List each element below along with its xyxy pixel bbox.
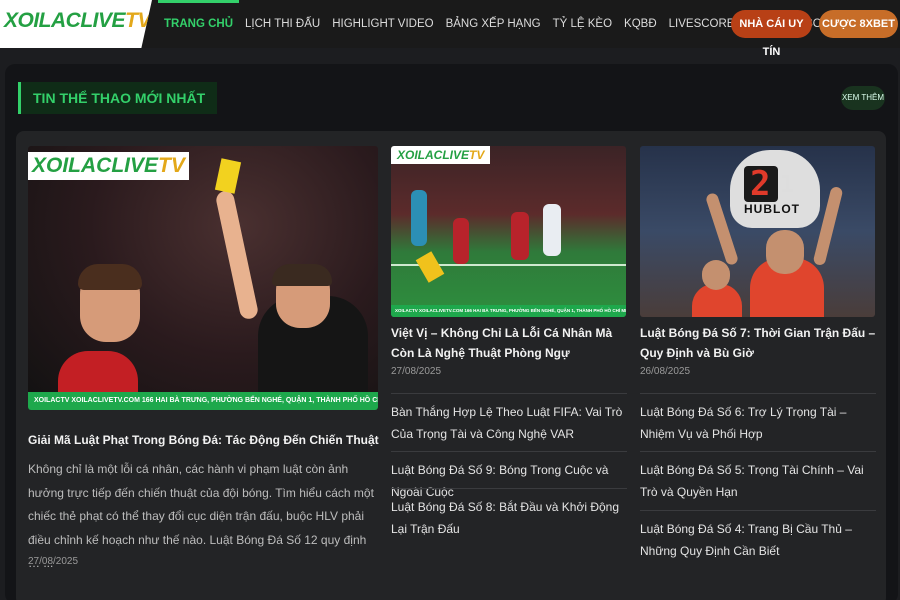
referee-hair (272, 264, 332, 286)
cuoc-8xbet-button[interactable]: CƯỢC 8XBET (819, 10, 898, 38)
offside-flag-icon (415, 251, 445, 283)
logo-text: XOILACLIVETV (4, 9, 151, 32)
nav-item-livescore[interactable]: LIVESCORE (663, 0, 741, 48)
nav-item-highlight-video[interactable]: HIGHLIGHT VIDEO (326, 0, 439, 48)
right-article-date: 26/08/2025 (640, 366, 691, 377)
player-figure (453, 218, 469, 264)
player-figure (511, 212, 529, 260)
section-title: TIN THỂ THAO MỚI NHẤT (18, 82, 218, 114)
list-item[interactable]: Bàn Thắng Hợp Lệ Theo Luật FIFA: Vai Trò… (391, 393, 627, 445)
image-watermark-logo: XOILACLIVETV (391, 146, 491, 164)
nav-item-kqbd[interactable]: KQBĐ (618, 0, 663, 48)
right-article-image[interactable]: 2 1 HUBLOT (640, 146, 875, 317)
board-brand-text: HUBLOT (744, 202, 800, 216)
board-digit: 2 (750, 164, 771, 204)
list-item[interactable]: Luật Bóng Đá Số 6: Trợ Lý Trọng Tài – Nh… (640, 393, 876, 445)
board-digit: 1 (780, 170, 795, 198)
middle-article-title[interactable]: Việt Vị – Không Chỉ Là Lỗi Cá Nhân Mà Cò… (391, 323, 631, 363)
site-logo[interactable]: XOILACLIVETV (0, 0, 152, 48)
image-address-strip: XOILACTV XOILACLIVETV.COM 166 HAI BÀ TRƯ… (391, 305, 626, 317)
player-hair (78, 264, 142, 290)
referee-arm (214, 189, 260, 321)
see-more-button[interactable]: XEM THÊM (841, 86, 885, 110)
referee-figure (411, 190, 427, 246)
nav-item-lich-thi-dau[interactable]: LỊCH THI ĐẤU (239, 0, 326, 48)
referee-head (766, 230, 804, 274)
player-figure (543, 204, 561, 256)
yellow-card-icon (214, 158, 242, 194)
list-item[interactable]: Luật Bóng Đá Số 4: Trang Bị Cầu Thủ – Nh… (640, 510, 876, 562)
nav-item-trang-chu[interactable]: TRANG CHỦ (158, 0, 239, 48)
image-address-strip: XOILACTV XOILACLIVETV.COM 166 HAI BÀ TRƯ… (28, 392, 378, 410)
image-watermark-logo: XOILACLIVETV (28, 152, 189, 180)
nav-item-ty-le-keo[interactable]: TỶ LỆ KÈO (547, 0, 618, 48)
nav-item-bang-xep-hang[interactable]: BẢNG XẾP HẠNG (440, 0, 547, 48)
featured-article-excerpt: Không chỉ là một lỗi cá nhân, các hành v… (28, 462, 374, 570)
featured-article-title[interactable]: Giải Mã Luật Phạt Trong Bóng Đá: Tác Độn… (28, 430, 380, 450)
featured-article-image[interactable]: XOILACLIVETV XOILACTV XOILACLIVETV.COM 1… (28, 146, 378, 410)
middle-article-date: 27/08/2025 (391, 366, 442, 377)
list-item[interactable]: Luật Bóng Đá Số 8: Bắt Đầu và Khởi Động … (391, 488, 627, 540)
right-article-title[interactable]: Luật Bóng Đá Số 7: Thời Gian Trận Đấu – … (640, 323, 880, 363)
middle-article-image[interactable]: XOILACLIVETV XOILACTV XOILACLIVETV.COM 1… (391, 146, 626, 317)
nha-cai-uy-tin-button[interactable]: NHÀ CÁI UY TÍN (731, 10, 812, 58)
featured-article-date: 27/08/2025 (28, 556, 79, 567)
referee-head (702, 260, 730, 290)
site-header: XOILACLIVETV TRANG CHỦ LỊCH THI ĐẤU HIGH… (0, 0, 900, 58)
list-item[interactable]: Luật Bóng Đá Số 5: Trọng Tài Chính – Vai… (640, 451, 876, 503)
